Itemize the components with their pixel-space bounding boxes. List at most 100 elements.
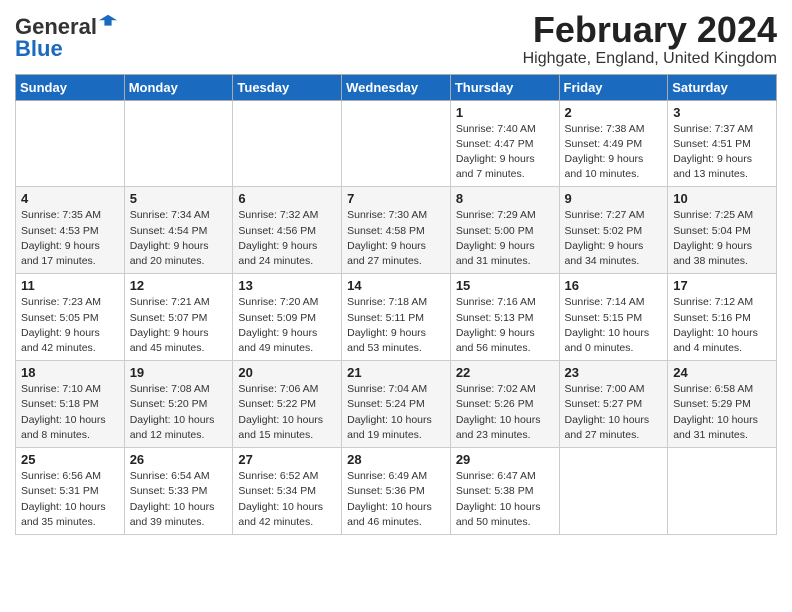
- day-number: 29: [456, 452, 554, 467]
- day-info: Sunrise: 7:37 AM Sunset: 4:51 PM Dayligh…: [673, 122, 771, 183]
- day-number: 14: [347, 278, 445, 293]
- page-header: General Blue February 2024 Highgate, Eng…: [15, 10, 777, 68]
- day-number: 11: [21, 278, 119, 293]
- day-info: Sunrise: 7:35 AM Sunset: 4:53 PM Dayligh…: [21, 208, 119, 269]
- calendar-cell: 1 Sunrise: 7:40 AM Sunset: 4:47 PM Daylig…: [450, 100, 559, 187]
- day-info: Sunrise: 6:52 AM Sunset: 5:34 PM Dayligh…: [238, 469, 336, 530]
- day-info: Sunrise: 7:02 AM Sunset: 5:26 PM Dayligh…: [456, 382, 554, 443]
- calendar-cell: 8 Sunrise: 7:29 AM Sunset: 5:00 PM Daylig…: [450, 187, 559, 274]
- day-number: 4: [21, 191, 119, 206]
- calendar-cell: 27Sunrise: 6:52 AM Sunset: 5:34 PM Dayli…: [233, 448, 342, 535]
- col-header-tuesday: Tuesday: [233, 74, 342, 100]
- calendar-cell: [668, 448, 777, 535]
- calendar-cell: 9 Sunrise: 7:27 AM Sunset: 5:02 PM Daylig…: [559, 187, 668, 274]
- calendar-cell: 29 Sunrise: 6:47 AM Sunset: 5:38 PM Dayli…: [450, 448, 559, 535]
- day-number: 8: [456, 191, 554, 206]
- day-number: 19: [130, 365, 228, 380]
- calendar-cell: 14 Sunrise: 7:18 AM Sunset: 5:11 PM Dayli…: [342, 274, 451, 361]
- title-block: February 2024 Highgate, England, United …: [523, 10, 777, 68]
- calendar-cell: 12 Sunrise: 7:21 AM Sunset: 5:07 PM Dayli…: [124, 274, 233, 361]
- day-number: 7: [347, 191, 445, 206]
- day-info: Sunrise: 6:49 AM Sunset: 5:36 PM Dayligh…: [347, 469, 445, 530]
- day-number: 26: [130, 452, 228, 467]
- day-number: 17: [673, 278, 771, 293]
- day-info: Sunrise: 7:16 AM Sunset: 5:13 PM Dayligh…: [456, 295, 554, 356]
- day-number: 22: [456, 365, 554, 380]
- day-info: Sunrise: 7:21 AM Sunset: 5:07 PM Dayligh…: [130, 295, 228, 356]
- calendar-cell: 15 Sunrise: 7:16 AM Sunset: 5:13 PM Dayli…: [450, 274, 559, 361]
- day-info: Sunrise: 7:32 AM Sunset: 4:56 PM Dayligh…: [238, 208, 336, 269]
- day-number: 10: [673, 191, 771, 206]
- day-number: 25: [21, 452, 119, 467]
- day-number: 3: [673, 105, 771, 120]
- day-number: 20: [238, 365, 336, 380]
- logo-bird-icon: [99, 13, 117, 31]
- day-info: Sunrise: 7:04 AM Sunset: 5:24 PM Dayligh…: [347, 382, 445, 443]
- calendar-cell: 10 Sunrise: 7:25 AM Sunset: 5:04 PM Dayli…: [668, 187, 777, 274]
- day-info: Sunrise: 7:00 AM Sunset: 5:27 PM Dayligh…: [565, 382, 663, 443]
- day-info: Sunrise: 7:20 AM Sunset: 5:09 PM Dayligh…: [238, 295, 336, 356]
- calendar-cell: 6 Sunrise: 7:32 AM Sunset: 4:56 PM Daylig…: [233, 187, 342, 274]
- day-info: Sunrise: 7:14 AM Sunset: 5:15 PM Dayligh…: [565, 295, 663, 356]
- day-number: 21: [347, 365, 445, 380]
- day-number: 1: [456, 105, 554, 120]
- calendar-cell: 16 Sunrise: 7:14 AM Sunset: 5:15 PM Dayli…: [559, 274, 668, 361]
- day-info: Sunrise: 7:27 AM Sunset: 5:02 PM Dayligh…: [565, 208, 663, 269]
- day-info: Sunrise: 6:58 AM Sunset: 5:29 PM Dayligh…: [673, 382, 771, 443]
- calendar-cell: 28Sunrise: 6:49 AM Sunset: 5:36 PM Dayli…: [342, 448, 451, 535]
- col-header-monday: Monday: [124, 74, 233, 100]
- calendar-cell: 7 Sunrise: 7:30 AM Sunset: 4:58 PM Daylig…: [342, 187, 451, 274]
- day-info: Sunrise: 6:54 AM Sunset: 5:33 PM Dayligh…: [130, 469, 228, 530]
- day-info: Sunrise: 7:40 AM Sunset: 4:47 PM Dayligh…: [456, 122, 554, 183]
- calendar-cell: 5 Sunrise: 7:34 AM Sunset: 4:54 PM Daylig…: [124, 187, 233, 274]
- day-info: Sunrise: 6:56 AM Sunset: 5:31 PM Dayligh…: [21, 469, 119, 530]
- calendar-cell: 4 Sunrise: 7:35 AM Sunset: 4:53 PM Daylig…: [16, 187, 125, 274]
- col-header-friday: Friday: [559, 74, 668, 100]
- calendar-cell: 19 Sunrise: 7:08 AM Sunset: 5:20 PM Dayli…: [124, 361, 233, 448]
- day-number: 12: [130, 278, 228, 293]
- calendar-cell: 20Sunrise: 7:06 AM Sunset: 5:22 PM Dayli…: [233, 361, 342, 448]
- day-info: Sunrise: 7:12 AM Sunset: 5:16 PM Dayligh…: [673, 295, 771, 356]
- day-number: 16: [565, 278, 663, 293]
- calendar-cell: [233, 100, 342, 187]
- calendar-cell: 2Sunrise: 7:38 AM Sunset: 4:49 PM Daylig…: [559, 100, 668, 187]
- calendar-cell: 21 Sunrise: 7:04 AM Sunset: 5:24 PM Dayli…: [342, 361, 451, 448]
- day-info: Sunrise: 7:29 AM Sunset: 5:00 PM Dayligh…: [456, 208, 554, 269]
- day-number: 6: [238, 191, 336, 206]
- day-number: 2: [565, 105, 663, 120]
- col-header-sunday: Sunday: [16, 74, 125, 100]
- calendar-cell: [16, 100, 125, 187]
- day-number: 18: [21, 365, 119, 380]
- calendar-cell: 18Sunrise: 7:10 AM Sunset: 5:18 PM Dayli…: [16, 361, 125, 448]
- calendar-cell: 17 Sunrise: 7:12 AM Sunset: 5:16 PM Dayli…: [668, 274, 777, 361]
- calendar-table: SundayMondayTuesdayWednesdayThursdayFrid…: [15, 74, 777, 535]
- day-info: Sunrise: 7:18 AM Sunset: 5:11 PM Dayligh…: [347, 295, 445, 356]
- day-info: Sunrise: 7:23 AM Sunset: 5:05 PM Dayligh…: [21, 295, 119, 356]
- day-number: 9: [565, 191, 663, 206]
- day-number: 13: [238, 278, 336, 293]
- calendar-cell: 23 Sunrise: 7:00 AM Sunset: 5:27 PM Dayli…: [559, 361, 668, 448]
- calendar-cell: [124, 100, 233, 187]
- calendar-cell: 24 Sunrise: 6:58 AM Sunset: 5:29 PM Dayli…: [668, 361, 777, 448]
- day-number: 15: [456, 278, 554, 293]
- day-number: 24: [673, 365, 771, 380]
- day-number: 5: [130, 191, 228, 206]
- day-info: Sunrise: 7:25 AM Sunset: 5:04 PM Dayligh…: [673, 208, 771, 269]
- calendar-cell: [559, 448, 668, 535]
- col-header-thursday: Thursday: [450, 74, 559, 100]
- calendar-cell: [342, 100, 451, 187]
- day-info: Sunrise: 7:30 AM Sunset: 4:58 PM Dayligh…: [347, 208, 445, 269]
- calendar-cell: 3 Sunrise: 7:37 AM Sunset: 4:51 PM Daylig…: [668, 100, 777, 187]
- day-info: Sunrise: 7:08 AM Sunset: 5:20 PM Dayligh…: [130, 382, 228, 443]
- calendar-cell: 11 Sunrise: 7:23 AM Sunset: 5:05 PM Dayli…: [16, 274, 125, 361]
- day-info: Sunrise: 6:47 AM Sunset: 5:38 PM Dayligh…: [456, 469, 554, 530]
- calendar-cell: 22 Sunrise: 7:02 AM Sunset: 5:26 PM Dayli…: [450, 361, 559, 448]
- col-header-wednesday: Wednesday: [342, 74, 451, 100]
- day-info: Sunrise: 7:34 AM Sunset: 4:54 PM Dayligh…: [130, 208, 228, 269]
- calendar-subtitle: Highgate, England, United Kingdom: [523, 50, 777, 68]
- day-number: 23: [565, 365, 663, 380]
- col-header-saturday: Saturday: [668, 74, 777, 100]
- calendar-cell: 25 Sunrise: 6:56 AM Sunset: 5:31 PM Dayli…: [16, 448, 125, 535]
- calendar-title: February 2024: [523, 10, 777, 50]
- logo: General Blue: [15, 14, 117, 62]
